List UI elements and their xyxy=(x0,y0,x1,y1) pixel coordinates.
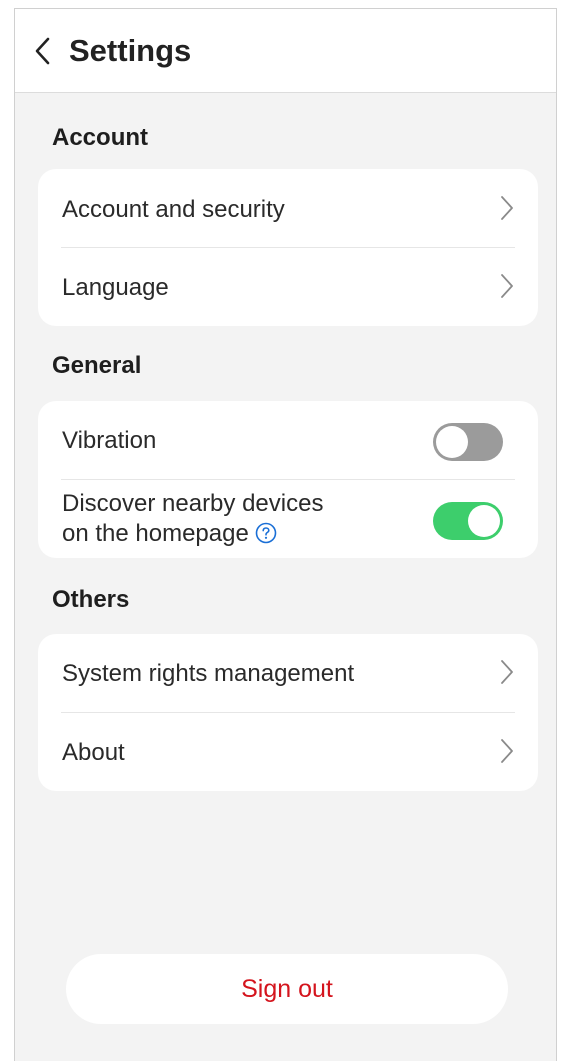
row-about[interactable]: About xyxy=(38,713,538,791)
chevron-right-icon xyxy=(498,272,516,300)
row-label: Vibration xyxy=(62,427,157,454)
chevron-right-icon xyxy=(498,194,516,222)
header-bar: Settings xyxy=(15,9,556,93)
row-label: Language xyxy=(62,274,169,301)
toggle-knob xyxy=(436,426,468,458)
row-discover-nearby-devices: Discover nearby devices on the homepage xyxy=(38,480,538,558)
row-label: About xyxy=(62,739,125,766)
chevron-left-icon xyxy=(35,37,50,65)
others-card: System rights management About xyxy=(38,634,538,791)
row-label-multiline: Discover nearby devices on the homepage xyxy=(62,489,323,549)
page-title: Settings xyxy=(69,33,192,68)
row-vibration: Vibration xyxy=(38,401,538,479)
row-system-rights-management[interactable]: System rights management xyxy=(38,634,538,712)
chevron-right-icon xyxy=(498,658,516,686)
settings-screen: Settings Account Account and security La… xyxy=(14,8,557,1061)
general-card: Vibration Discover nearby devices on the… xyxy=(38,401,538,558)
chevron-right-icon xyxy=(498,737,516,765)
row-language[interactable]: Language xyxy=(38,248,538,326)
section-title-general: General xyxy=(52,352,142,379)
back-button[interactable] xyxy=(31,33,55,69)
row-label-line2-wrap: on the homepage xyxy=(62,519,323,549)
section-title-account: Account xyxy=(52,124,148,151)
discover-devices-toggle[interactable] xyxy=(433,502,503,540)
help-circle-icon[interactable] xyxy=(255,522,277,544)
row-account-and-security[interactable]: Account and security xyxy=(38,169,538,247)
row-label-line1: Discover nearby devices xyxy=(62,490,324,517)
row-label-line2: on the homepage xyxy=(62,520,249,547)
vibration-toggle[interactable] xyxy=(433,423,503,461)
account-card: Account and security Language xyxy=(38,169,538,326)
section-title-others: Others xyxy=(52,586,130,613)
toggle-knob xyxy=(468,505,500,537)
row-label: Account and security xyxy=(62,196,285,223)
sign-out-button[interactable]: Sign out xyxy=(66,954,508,1024)
row-label: System rights management xyxy=(62,660,355,687)
